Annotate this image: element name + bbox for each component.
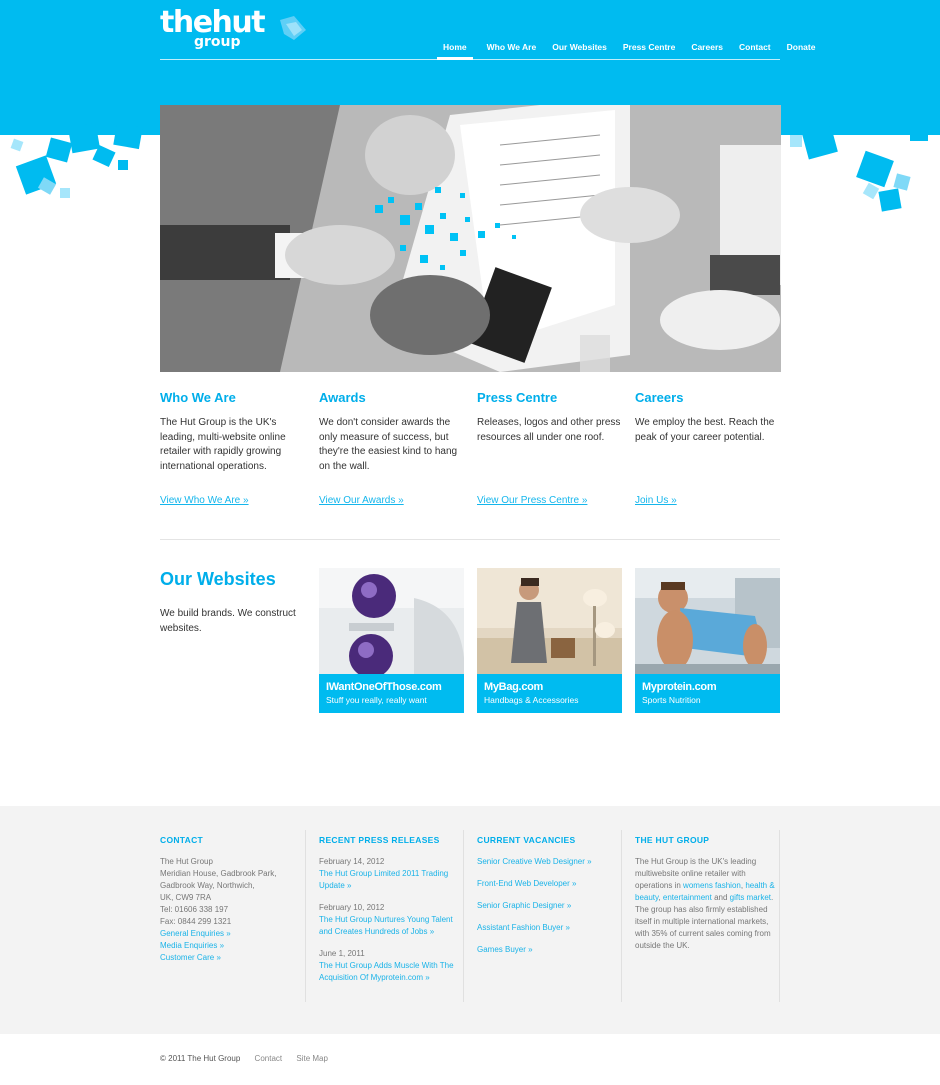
site-tagline: Sports Nutrition xyxy=(642,695,701,705)
join-us-link[interactable]: Join Us » xyxy=(635,495,677,506)
nav-contact[interactable]: Contact xyxy=(737,40,773,60)
footer xyxy=(0,806,940,1034)
footer-vacancies: CURRENT VACANCIES Senior Creative Web De… xyxy=(477,834,622,956)
bottom-contact-link[interactable]: Contact xyxy=(255,1054,283,1063)
hero-illustration xyxy=(160,105,781,372)
site-caption: IWantOneOfThose.com Stuff you really, re… xyxy=(319,674,464,713)
vacancy-link[interactable]: Senior Graphic Designer » xyxy=(477,900,622,912)
feature-careers: Careers We employ the best. Reach the pe… xyxy=(635,390,780,506)
mybag-image xyxy=(477,568,622,674)
site-name: Myprotein.com xyxy=(642,681,717,693)
bottom-bar: © 2011 The Hut Group Contact Site Map xyxy=(160,1053,328,1065)
vacancy-link[interactable]: Senior Creative Web Designer » xyxy=(477,856,622,868)
decorative-cubes-right xyxy=(790,125,928,212)
section-divider xyxy=(160,539,780,540)
site-name: MyBag.com xyxy=(484,681,544,693)
site-card-myprotein[interactable]: Myprotein.com Sports Nutrition xyxy=(635,568,780,713)
site-map-link[interactable]: Site Map xyxy=(296,1054,328,1063)
nav-donate[interactable]: Donate xyxy=(785,40,818,60)
entertainment-link[interactable]: entertainment xyxy=(663,893,712,902)
about-text-part: , xyxy=(740,881,744,890)
contact-phone: Tel: 01606 338 197 xyxy=(160,905,229,914)
site-name: IWantOneOfThose.com xyxy=(326,681,442,693)
decorative-cubes-left xyxy=(10,122,143,198)
press-date: June 1, 2011 xyxy=(319,949,365,958)
nav-press-centre[interactable]: Press Centre xyxy=(621,40,677,60)
feature-press-centre: Press Centre Releases, logos and other p… xyxy=(477,390,622,506)
site-caption: Myprotein.com Sports Nutrition xyxy=(635,674,780,713)
womens-fashion-link[interactable]: womens fashion xyxy=(683,881,741,890)
our-websites-title: Our Websites xyxy=(160,569,276,589)
contact-line: Meridian House, Gadbrook Park, xyxy=(160,869,277,878)
about-text-part: and xyxy=(714,893,728,902)
contact-line: UK, CW9 7RA xyxy=(160,893,212,902)
nav-who-we-are[interactable]: Who We Are xyxy=(485,40,539,60)
nav-our-websites[interactable]: Our Websites xyxy=(550,40,609,60)
myprotein-image xyxy=(635,568,780,674)
view-our-awards-link[interactable]: View Our Awards » xyxy=(319,495,404,506)
feature-text: Releases, logos and other press resource… xyxy=(477,417,621,443)
feature-text: We employ the best. Reach the peak of yo… xyxy=(635,417,775,443)
feature-text: We don't consider awards the only measur… xyxy=(319,417,458,472)
nav-careers[interactable]: Careers xyxy=(689,40,725,60)
logo-word-group: group xyxy=(194,34,241,50)
logo-tag-icon xyxy=(280,16,306,40)
footer-column-divider xyxy=(305,830,306,1002)
view-press-centre-link[interactable]: View Our Press Centre » xyxy=(477,495,587,506)
general-enquiries-link[interactable]: General Enquiries » xyxy=(160,928,305,940)
feature-awards: Awards We don't consider awards the only… xyxy=(319,390,464,506)
vacancy-link[interactable]: Assistant Fashion Buyer » xyxy=(477,922,622,934)
media-enquiries-link[interactable]: Media Enquiries » xyxy=(160,940,305,952)
footer-contact: CONTACT The Hut Group Meridian House, Ga… xyxy=(160,834,305,964)
footer-heading: THE HUT GROUP xyxy=(635,835,710,845)
customer-care-link[interactable]: Customer Care » xyxy=(160,952,305,964)
gifts-market-link[interactable]: gifts market xyxy=(730,893,771,902)
site-tagline: Stuff you really, really want xyxy=(326,695,427,705)
press-release-link[interactable]: The Hut Group Nurtures Young Talent and … xyxy=(319,914,464,938)
press-date: February 14, 2012 xyxy=(319,857,385,866)
nav-home[interactable]: Home xyxy=(437,40,473,60)
press-release-link[interactable]: The Hut Group Adds Muscle With The Acqui… xyxy=(319,960,464,984)
view-who-we-are-link[interactable]: View Who We Are » xyxy=(160,495,249,506)
hero-image xyxy=(160,105,781,372)
contact-fax: Fax: 0844 299 1321 xyxy=(160,917,232,926)
contact-line: Gadbrook Way, Northwich, xyxy=(160,881,255,890)
feature-who-we-are: Who We Are The Hut Group is the UK's lea… xyxy=(160,390,305,506)
vacancy-link[interactable]: Front-End Web Developer » xyxy=(477,878,622,890)
site-card-mybag[interactable]: MyBag.com Handbags & Accessories xyxy=(477,568,622,713)
thehut-group-logo[interactable]: thehut group xyxy=(160,6,310,54)
about-text-part: , xyxy=(658,893,661,902)
footer-about: THE HUT GROUP The Hut Group is the UK's … xyxy=(635,834,780,952)
site-card-iwantoneofthose[interactable]: IWantOneOfThose.com Stuff you really, re… xyxy=(319,568,464,713)
footer-heading: RECENT PRESS RELEASES xyxy=(319,835,440,845)
feature-title: Awards xyxy=(319,390,366,405)
feature-title: Press Centre xyxy=(477,390,558,405)
about-text: The Hut Group is the UK's leading multiw… xyxy=(635,856,780,952)
feature-text: The Hut Group is the UK's leading, multi… xyxy=(160,417,286,472)
feature-title: Who We Are xyxy=(160,390,236,405)
copyright: © 2011 The Hut Group xyxy=(160,1054,241,1063)
contact-line: The Hut Group xyxy=(160,857,213,866)
site-caption: MyBag.com Handbags & Accessories xyxy=(477,674,622,713)
main-nav: Home Who We Are Our Websites Press Centr… xyxy=(437,40,829,60)
our-websites-description: We build brands. We construct websites. xyxy=(160,608,296,634)
iwantoneofthose-image xyxy=(319,568,464,674)
press-date: February 10, 2012 xyxy=(319,903,385,912)
nav-divider xyxy=(160,59,780,60)
footer-heading: CONTACT xyxy=(160,835,204,845)
press-release-link[interactable]: The Hut Group Limited 2011 Trading Updat… xyxy=(319,868,464,892)
site-tagline: Handbags & Accessories xyxy=(484,695,579,705)
footer-press-releases: RECENT PRESS RELEASES February 14, 2012 … xyxy=(319,834,464,984)
feature-title: Careers xyxy=(635,390,684,405)
footer-heading: CURRENT VACANCIES xyxy=(477,835,576,845)
vacancy-link[interactable]: Games Buyer » xyxy=(477,944,622,956)
